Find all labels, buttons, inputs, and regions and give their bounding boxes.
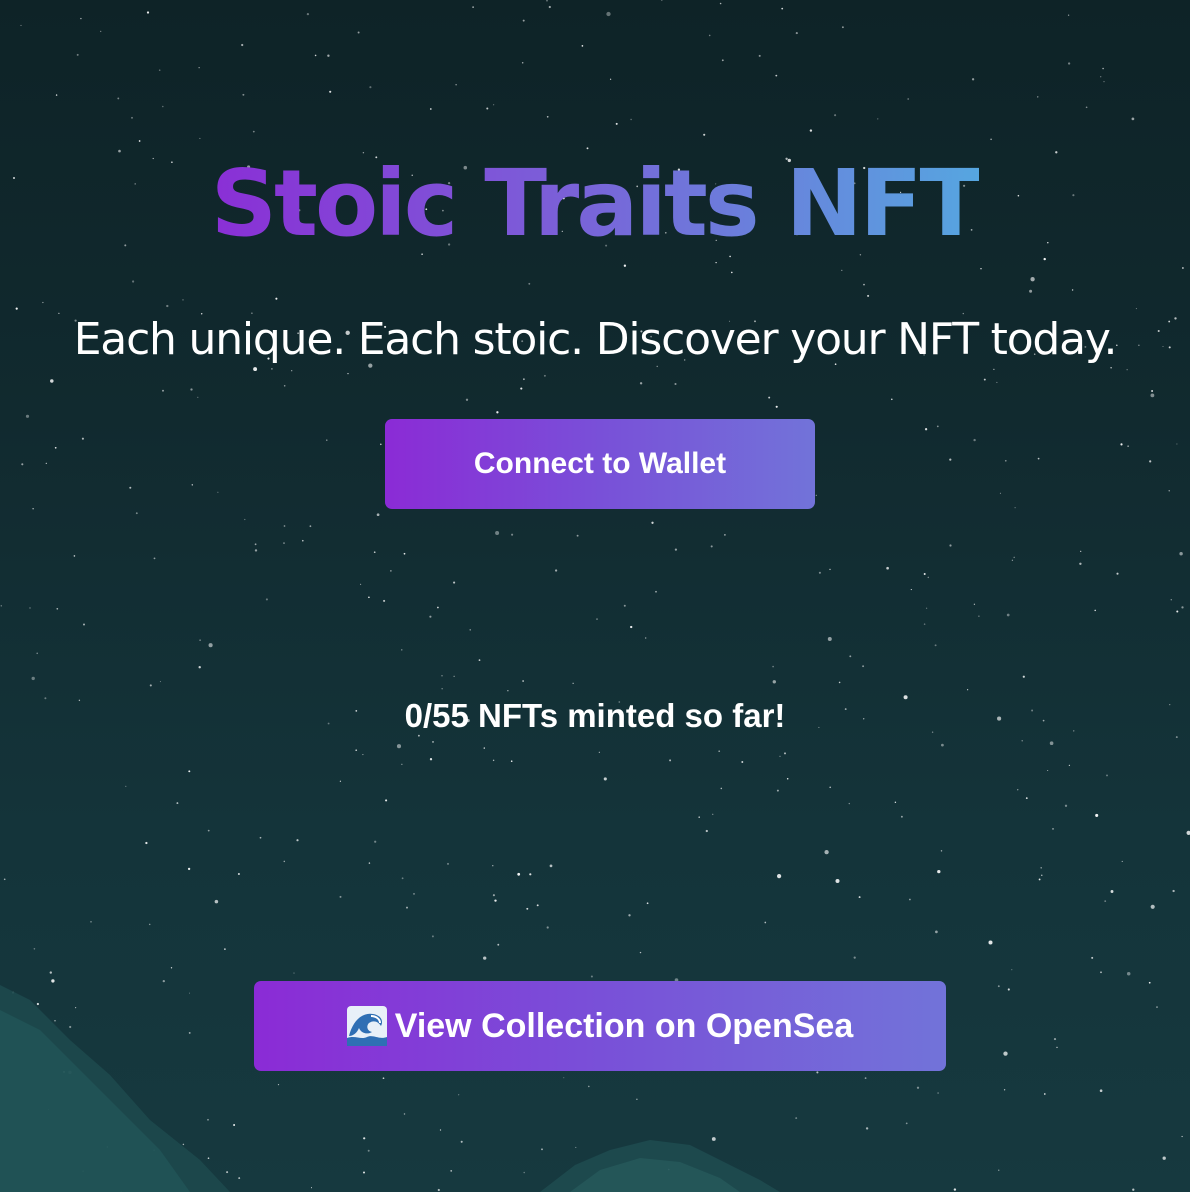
page-title: Stoic Traits NFT (0, 152, 1190, 256)
connect-wallet-label: Connect to Wallet (473, 447, 727, 480)
view-collection-opensea-button[interactable]: View Collection on OpenSea (254, 981, 946, 1071)
minted-count-status: 0/55 NFTs minted so far! (404, 697, 786, 734)
page-subtitle: Each unique. Each stoic. Discover your N… (73, 314, 1118, 365)
connect-wallet-button[interactable]: Connect to Wallet (385, 419, 815, 509)
page-title-text: Stoic Traits NFT (210, 150, 983, 257)
wave-icon (346, 1006, 387, 1046)
view-collection-label: View Collection on OpenSea (394, 1006, 854, 1045)
